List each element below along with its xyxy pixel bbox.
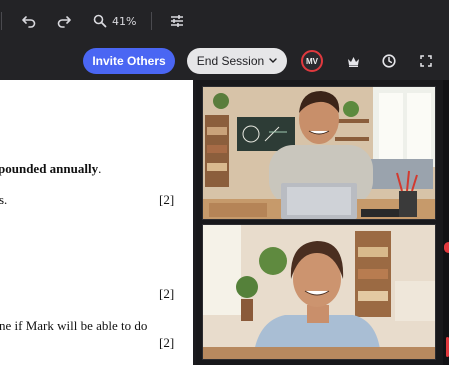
crown-button[interactable] xyxy=(345,53,361,69)
undo-button[interactable] xyxy=(18,9,40,33)
fullscreen-button[interactable] xyxy=(418,53,434,69)
document-line: ne if Mark will be able to do xyxy=(0,318,148,333)
video-panel-scrollbar[interactable] xyxy=(443,80,449,365)
chevron-down-icon xyxy=(269,58,277,63)
marks-label: [2] xyxy=(159,335,175,350)
settings-sliders-icon xyxy=(171,15,183,27)
marks-label: [2] xyxy=(159,192,175,207)
toolbar-divider xyxy=(151,12,152,30)
video-tile-participant-1[interactable] xyxy=(202,86,436,220)
avatar[interactable]: MV xyxy=(301,50,323,72)
end-session-label: End Session xyxy=(196,54,265,68)
toolbar: 41% xyxy=(0,0,449,42)
zoom-level: 41% xyxy=(112,14,137,28)
document-line: s. xyxy=(0,192,8,207)
clock-icon xyxy=(382,54,396,68)
crown-icon xyxy=(347,56,359,67)
toolbar-divider xyxy=(1,12,2,30)
history-button[interactable] xyxy=(381,53,397,69)
fullscreen-icon xyxy=(420,55,432,67)
marks-label: [2] xyxy=(159,286,175,301)
document-line-suffix: . xyxy=(98,161,102,176)
settings-button[interactable] xyxy=(166,9,188,33)
invite-others-button[interactable]: Invite Others xyxy=(83,48,175,74)
redo-icon xyxy=(57,16,71,28)
session-header: Invite Others End Session MV xyxy=(0,42,449,80)
document-page[interactable]: pounded annually. s. [2] [2] ne if Mark … xyxy=(0,80,193,365)
zoom-icon xyxy=(93,14,107,28)
document-bold-text: pounded annually xyxy=(0,161,99,176)
undo-icon xyxy=(22,16,36,28)
redo-button[interactable] xyxy=(53,9,75,33)
video-panel xyxy=(196,80,449,365)
participant-video xyxy=(203,87,435,219)
document-line: pounded annually. xyxy=(0,161,101,177)
end-session-button[interactable]: End Session xyxy=(187,48,287,74)
participant-video xyxy=(203,225,435,359)
zoom-control[interactable]: 41% xyxy=(93,9,139,33)
video-tile-participant-2[interactable] xyxy=(202,224,436,360)
recording-indicator xyxy=(444,242,449,253)
